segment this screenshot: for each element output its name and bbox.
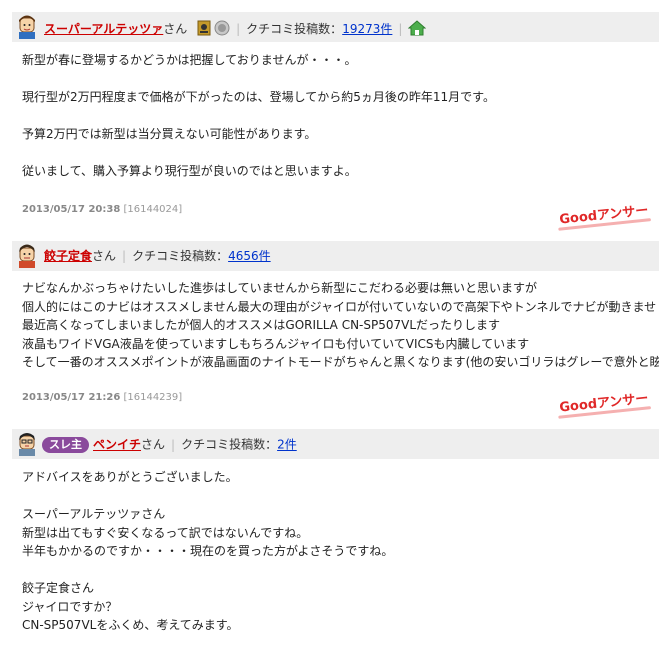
text-line: 現行型が2万円程度まで価格が下がったのは、登場してから約5ヵ月後の昨年11月です…: [22, 90, 495, 104]
silver-medal-icon: [214, 20, 230, 39]
text-line: [22, 70, 495, 89]
username-link[interactable]: 餃子定食: [44, 249, 92, 263]
separator: |: [122, 249, 127, 263]
text-line: ジャイロですか？: [22, 599, 118, 614]
post-header: スレ主 ペンイチさん | クチコミ投稿数：2件: [12, 429, 659, 459]
text-line: スーパーアルテッツァさん: [22, 507, 166, 521]
username-link[interactable]: ペンイチ: [93, 438, 141, 452]
kuchikomi-label: クチコミ投稿数：: [181, 437, 278, 452]
post-text: 新型が春に登場するかどうかは把握しておりませんが・・・。 現行型が2万円程度まで…: [22, 51, 495, 181]
post-id: [16144024]: [123, 204, 183, 215]
kuchikomi-label: クチコミ投稿数：: [246, 22, 343, 36]
post-header-line: 餃子定食さん | クチコミ投稿数：4656件: [44, 249, 271, 263]
post-header: スーパーアルテッツァさん | クチコミ投稿数：19273件 |: [12, 12, 659, 42]
text-line: 液晶もワイドVGA液晶を使っていますしもちろんジャイロも付いていてVICSも内臓…: [22, 336, 530, 351]
separator: |: [171, 437, 176, 452]
post-1: スーパーアルテッツァさん | クチコミ投稿数：19273件 | 新型が春に登場するか…: [12, 12, 659, 228]
thread-owner-badge: スレ主: [42, 437, 89, 453]
post-meta: 2013/05/17 21:26 [16144239]: [22, 392, 182, 403]
separator: |: [398, 22, 403, 36]
post-body: ナビなんかぶっちゃけたいした進歩はしていませんから新型にこだわる必要は無いと思い…: [12, 271, 659, 421]
username-link[interactable]: スーパーアルテッツァ: [44, 22, 163, 36]
post-id: [16144239]: [123, 392, 183, 403]
text-line: [22, 487, 393, 506]
post-body: アドバイスをありがとうございました。 スーパーアルテッツァさん 新型は出てもすぐ…: [12, 459, 659, 649]
home-icon[interactable]: [408, 20, 427, 39]
good-answer-badge: Goodアンサー: [558, 199, 648, 227]
good-answer-badge: Goodアンサー: [558, 387, 648, 415]
user-avatar-icon[interactable]: [16, 432, 38, 456]
timestamp: 2013/05/17 21:26: [22, 392, 121, 403]
post-3: スレ主 ペンイチさん | クチコミ投稿数：2件 アドバイスをありがとうございました。 …: [12, 429, 659, 649]
user-avatar-icon[interactable]: [16, 15, 38, 39]
post-body: 新型が春に登場するかどうかは把握しておりませんが・・・。 現行型が2万円程度まで…: [12, 42, 659, 228]
san-suffix: さん: [141, 437, 166, 452]
text-line: ナビなんかぶっちゃけたいした進歩はしていませんから新型にこだわる必要は無いと思い…: [22, 281, 538, 295]
san-suffix: さん: [163, 22, 188, 36]
san-suffix: さん: [92, 249, 117, 263]
text-line: CN-SP507VLをふくめ、考えてみます。: [22, 618, 239, 632]
text-line: [22, 561, 393, 580]
separator: |: [236, 22, 241, 36]
text-line: 最近高くなってしまいましたが個人的オススメはGORILLA CN-SP507VL…: [22, 318, 501, 332]
gold-medal-icon: [197, 20, 211, 39]
kuchikomi-count-link[interactable]: 19273件: [342, 22, 392, 36]
text-line: [22, 144, 495, 163]
post-text: ナビなんかぶっちゃけたいした進歩はしていませんから新型にこだわる必要は無いと思い…: [22, 279, 659, 372]
text-line: 予算2万円では新型は当分買えない可能性があります。: [22, 127, 317, 141]
text-line: アドバイスをありがとうございました。: [22, 470, 238, 484]
text-line: 新型は出てもすぐ安くなるって訳ではないんですね。: [22, 525, 309, 540]
kuchikomi-label: クチコミ投稿数：: [132, 249, 229, 263]
kuchikomi-count-link[interactable]: 4656件: [228, 249, 271, 263]
text-line: 個人的にはこのナビはオススメしません最大の理由がジャイロが付いていないので高架下…: [22, 299, 657, 314]
post-2: 餃子定食さん | クチコミ投稿数：4656件 ナビなんかぶっちゃけたいした進歩はして…: [12, 241, 659, 421]
text-line: 半年もかかるのですか・・・・現在のを買った方がよさそうですね。: [22, 544, 394, 558]
text-line: [22, 107, 495, 126]
text-line: 餃子定食さん: [22, 581, 95, 595]
text-line: そして一番のオススメポイントが液晶画面のナイトモードがちゃんと黒くなります(他の…: [22, 355, 659, 369]
post-meta: 2013/05/17 20:38 [16144024]: [22, 204, 182, 215]
kuchikomi-count-link[interactable]: 2件: [277, 438, 297, 452]
post-text: アドバイスをありがとうございました。 スーパーアルテッツァさん 新型は出てもすぐ…: [22, 468, 393, 635]
text-line: 新型が春に登場するかどうかは把握しておりませんが・・・。: [22, 53, 357, 67]
user-avatar-icon[interactable]: [16, 244, 38, 268]
post-header-line: スーパーアルテッツァさん | クチコミ投稿数：19273件 |: [44, 20, 427, 39]
post-header: 餃子定食さん | クチコミ投稿数：4656件: [12, 241, 659, 271]
timestamp: 2013/05/17 20:38: [22, 204, 121, 215]
post-header-line: スレ主 ペンイチさん | クチコミ投稿数：2件: [42, 437, 297, 453]
text-line: 従いまして、購入予算より現行型が良いのではと思いますよ。: [22, 164, 357, 178]
